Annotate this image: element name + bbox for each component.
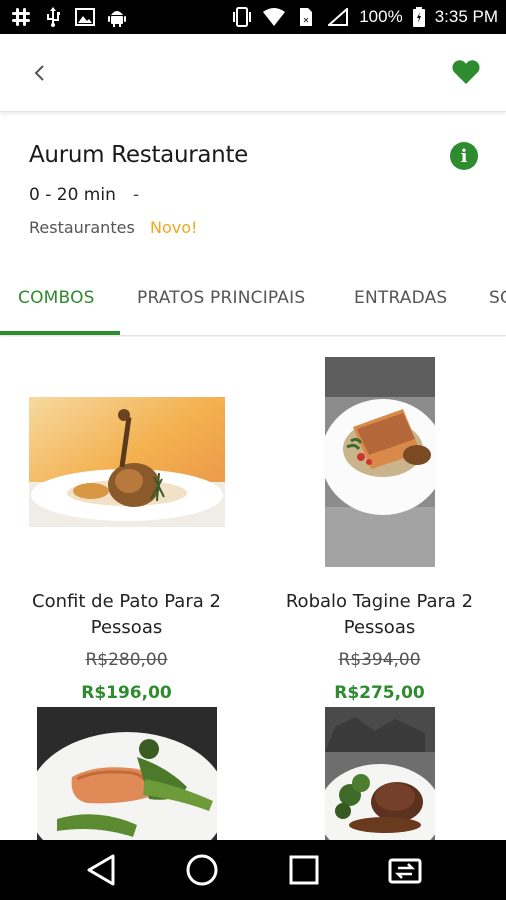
- new-badge: Novo!: [150, 218, 198, 237]
- triangle-back-icon: [87, 854, 115, 886]
- app-bar: [0, 34, 506, 112]
- heart-icon: [452, 60, 480, 84]
- clock: 3:35 PM: [434, 7, 498, 26]
- product-image: [37, 707, 217, 840]
- product-price: R$196,00: [81, 683, 172, 703]
- wifi-icon: [263, 7, 286, 27]
- svg-text:✕: ✕: [303, 16, 310, 25]
- back-button[interactable]: [22, 56, 56, 90]
- circle-home-icon: [186, 854, 218, 886]
- image-icon: [74, 7, 96, 27]
- product-price: R$275,00: [334, 683, 425, 703]
- status-bar: ✕ 100% 3:35 PM: [0, 0, 506, 34]
- restaurant-category: Restaurantes: [29, 218, 135, 237]
- home-nav-button[interactable]: [180, 848, 224, 892]
- product-card[interactable]: [0, 707, 253, 840]
- tab-entradas[interactable]: ENTRADAS: [354, 288, 447, 308]
- sim-icon: ✕: [295, 7, 317, 27]
- info-separator: -: [133, 185, 140, 205]
- battery-percent: 100%: [359, 7, 403, 26]
- usb-icon: [42, 7, 64, 27]
- product-image: [325, 357, 435, 567]
- system-nav-bar: [0, 840, 506, 900]
- product-old-price: R$394,00: [338, 650, 421, 670]
- slack-icon: [10, 7, 32, 27]
- square-recents-icon: [289, 855, 319, 885]
- vibrate-icon: [231, 7, 253, 27]
- product-grid: Confit de Pato Para 2 Pessoas R$280,00 R…: [0, 337, 506, 840]
- category-tabs: COMBOS PRATOS PRINCIPAIS ENTRADAS SO: [0, 268, 506, 336]
- product-title-line1: Confit de Pato Para 2: [32, 591, 221, 612]
- swap-icon: [388, 858, 422, 884]
- tab-combos[interactable]: COMBOS: [18, 288, 95, 308]
- info-icon[interactable]: i: [450, 142, 478, 170]
- restaurant-info: Aurum Restaurante i 0 - 20 min - Restaur…: [0, 130, 506, 260]
- product-card[interactable]: [253, 707, 506, 840]
- back-nav-button[interactable]: [79, 848, 123, 892]
- battery-icon: [412, 7, 425, 27]
- product-card[interactable]: Robalo Tagine Para 2 Pessoas R$394,00 R$…: [253, 337, 506, 707]
- product-image: [325, 707, 435, 840]
- chevron-left-icon: [34, 65, 44, 81]
- product-title-line1: Robalo Tagine Para 2: [285, 591, 474, 612]
- recents-nav-button[interactable]: [282, 848, 326, 892]
- tab-so[interactable]: SO: [489, 288, 506, 308]
- status-left: [10, 7, 128, 27]
- product-image: [29, 397, 225, 527]
- status-right: ✕ 100% 3:35 PM: [231, 7, 498, 27]
- signal-icon: [327, 7, 349, 27]
- delivery-time: 0 - 20 min: [29, 185, 116, 205]
- product-title-line2: Pessoas: [90, 617, 163, 638]
- product-old-price: R$280,00: [85, 650, 168, 670]
- favorite-button[interactable]: [446, 52, 486, 92]
- tab-pratos-principais[interactable]: PRATOS PRINCIPAIS: [137, 288, 305, 308]
- restaurant-name: Aurum Restaurante: [29, 142, 249, 168]
- product-card[interactable]: Confit de Pato Para 2 Pessoas R$280,00 R…: [0, 337, 253, 707]
- switch-app-button[interactable]: [383, 848, 427, 892]
- tab-indicator: [0, 331, 120, 335]
- product-title-line2: Pessoas: [343, 617, 416, 638]
- android-icon: [106, 7, 128, 27]
